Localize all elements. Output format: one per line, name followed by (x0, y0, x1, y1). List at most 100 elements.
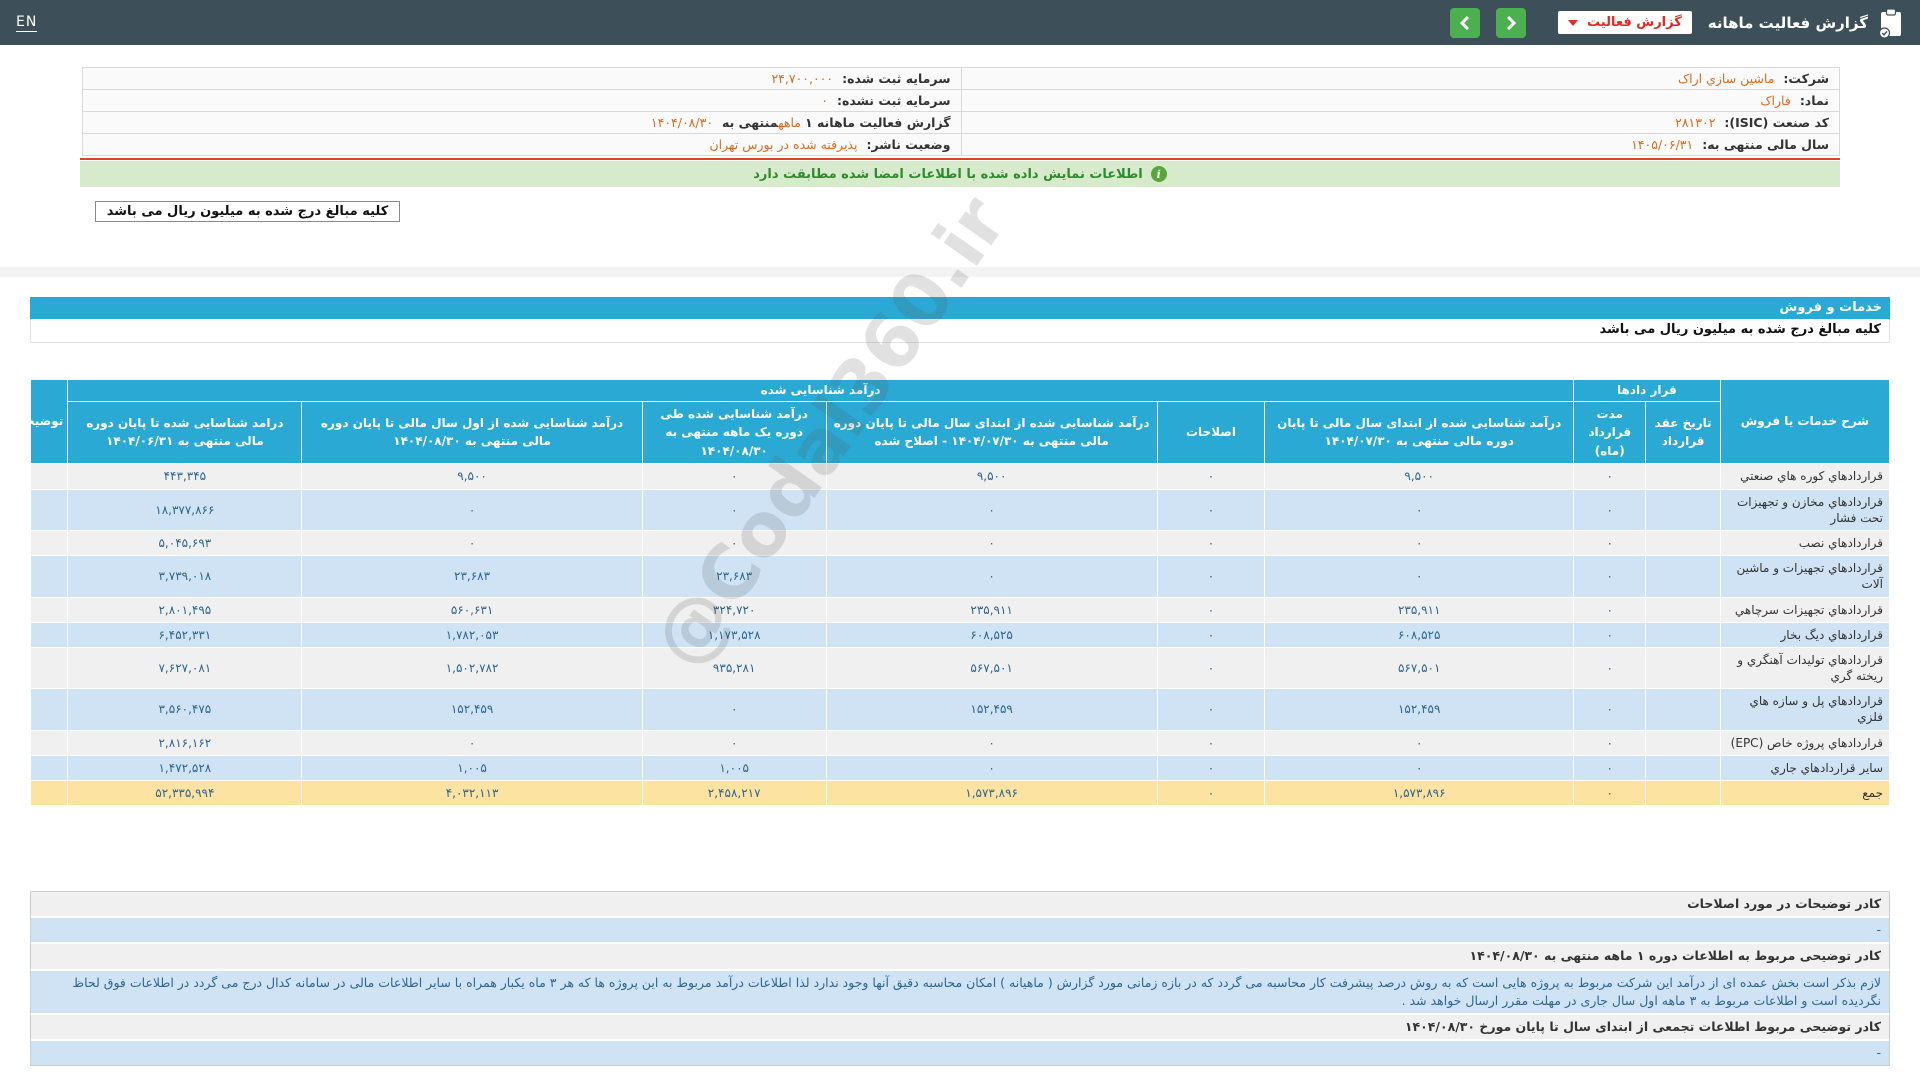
capital-unregistered-field: سرمایه ثبت نشده: ۰ (82, 89, 961, 112)
compliance-banner-text: اطلاعات نمایش داده شده با اطلاعات امضا ش… (753, 166, 1143, 182)
cell-rev-0730c: ۹,۵۰۰ (825, 463, 1158, 490)
cell-rev-m: ۲,۴۵۸,۲۱۷ (641, 779, 827, 807)
divider-red-line (80, 158, 1840, 160)
cell-rev-0730c: ۶۰۸,۵۲۵ (825, 621, 1158, 648)
note-header-row: کادر توضیحی مربوط به اطلاعات دوره ۱ ماهه… (31, 944, 1889, 971)
cell-rev-0730c: ۰ (825, 529, 1158, 557)
cell-rev-0730c: ۰ (825, 555, 1158, 598)
cell-rev-ytd: ۲۳,۶۸۳ (301, 555, 643, 598)
cell-corr: ۰ (1156, 646, 1266, 690)
report-type-dropdown[interactable]: گزارش فعالیت (1558, 11, 1692, 34)
cell-rev-0730c: ۱۵۲,۴۵۹ (825, 688, 1158, 731)
cell-rev-prev: ۴۴۳,۳۴۵ (67, 463, 303, 490)
cell-label: قراردادهاي نصب (1719, 529, 1891, 557)
cell-notes (29, 555, 69, 598)
cell-label: قراردادهاي کوره هاي صنعتي (1719, 463, 1891, 490)
sales-section: خدمات و فروش کلیه مبالغ درج شده به میلیو… (10, 181, 1891, 1067)
cell-notes (29, 646, 69, 690)
cell-rev-m: ۰ (641, 529, 827, 557)
cell-date (1645, 463, 1721, 490)
field-label: نماد: (1799, 93, 1829, 108)
cell-rev-ytd: ۰ (301, 529, 643, 557)
field-value: پذیرفته شده در بورس تهران (709, 137, 858, 152)
cell-rev-0730: ۰ (1264, 555, 1574, 598)
cell-rev-0730: ۰ (1264, 729, 1574, 756)
cell-rev-0730c: ۱,۵۷۳,۸۹۶ (825, 779, 1158, 807)
cell-duration: ۰ (1572, 779, 1647, 807)
cell-rev-0730: ۱,۵۷۳,۸۹۶ (1264, 779, 1574, 807)
cell-date (1645, 646, 1721, 690)
cell-rev-ytd: ۹,۵۰۰ (301, 463, 643, 490)
company-info-table: شرکت: ماشين سازي اراک سرمایه ثبت شده: ۲۴… (82, 67, 1840, 156)
table-row: ساير قراردادهاي جاري ۰ ۰ ۰ ۰ ۱,۰۰۵ ۱,۰۰۵ ۱,۴۷۲,… (29, 754, 1891, 782)
capital-registered-field: سرمایه ثبت شده: ۲۴,۷۰۰,۰۰۰ (82, 67, 961, 90)
field-value: ۰ (821, 93, 828, 108)
cell-duration: ۰ (1572, 463, 1647, 490)
col-header-rev-prev-year: درامد شناسایی شده تا پایان دوره مالی منت… (67, 400, 303, 465)
cell-rev-prev: ۵۲,۳۳۵,۹۹۴ (67, 779, 303, 807)
report-type-label: گزارش فعالیت (1587, 15, 1682, 30)
info-icon: i (1150, 166, 1167, 182)
cell-rev-ytd: ۵۶۰,۶۳۱ (301, 596, 643, 623)
cell-rev-ytd: ۱,۵۰۲,۷۸۲ (301, 646, 643, 690)
top-bar: گزارش فعالیت ماهانه گزارش فعالیت EN (0, 0, 1920, 45)
cell-corr: ۰ (1156, 621, 1266, 648)
cell-rev-m: ۱,۰۰۵ (641, 754, 827, 782)
col-header-rev-month: درآمد شناسایی شده طی دوره یک ماهه منتهی … (641, 400, 827, 465)
field-label: کد صنعت (ISIC): (1724, 115, 1829, 130)
cell-rev-0730c: ۰ (825, 754, 1158, 782)
cell-corr: ۰ (1156, 555, 1266, 598)
note-body-row: لازم بذکر است بخش عمده ای از درآمد این ش… (31, 970, 1889, 1015)
cell-corr: ۰ (1156, 529, 1266, 557)
chevron-down-icon (1568, 19, 1579, 26)
cell-label: قراردادهاي تجهيزات سرچاهي (1719, 596, 1891, 623)
field-label: سرمایه ثبت نشده: (836, 93, 951, 108)
cell-date (1645, 555, 1721, 598)
cell-label: قراردادهاي ديگ بخار (1719, 621, 1891, 648)
cell-label: ساير قراردادهاي جاري (1719, 754, 1891, 782)
cell-rev-0730: ۶۰۸,۵۲۵ (1264, 621, 1574, 648)
section-header-bar: خدمات و فروش (30, 297, 1890, 319)
field-label: سال مالی منتهی به: (1702, 137, 1829, 152)
cell-rev-m: ۲۳,۶۸۳ (641, 555, 827, 598)
language-toggle-en[interactable]: EN (16, 14, 38, 32)
field-label: منتهی به (722, 115, 779, 130)
cell-duration: ۰ (1572, 529, 1647, 557)
cell-rev-prev: ۱,۴۷۲,۵۲۸ (67, 754, 303, 782)
col-header-contract-date: تاریخ عقد قرارداد (1645, 400, 1721, 465)
field-value: ۱۴۰۴/۰۸/۳۰ (650, 115, 714, 130)
col-group-revenue: درآمد شناسایی شده (67, 379, 1574, 402)
table-row: قراردادهاي تجهيزات و ماشين آلات ۰ ۰ ۰ ۰ ۲۳,۶۸… (29, 555, 1891, 598)
note-header-row: کادر توضیحی مربوط اطلاعات تجمعی از ابتدا… (31, 1014, 1889, 1041)
nav-next-button[interactable] (1496, 7, 1527, 38)
field-label: وضعیت ناشر: (866, 137, 951, 152)
cell-corr: ۰ (1156, 754, 1266, 782)
cell-date (1645, 754, 1721, 782)
cell-duration: ۰ (1572, 688, 1647, 731)
field-value: ۲۸۱۳۰۲ (1675, 115, 1716, 130)
cell-date (1645, 688, 1721, 731)
cell-rev-0730: ۱۵۲,۴۵۹ (1264, 688, 1574, 731)
col-header-rev-0730: درآمد شناسایی شده از ابتدای سال مالی تا … (1264, 400, 1574, 465)
section-unit-note: کلیه مبالغ درج شده به میلیون ریال می باش… (30, 319, 1890, 343)
note-header-row: کادر توضیحات در مورد اصلاحات (31, 892, 1889, 919)
cell-rev-0730: ۰ (1264, 754, 1574, 782)
col-header-notes: توضیحات (10, 378, 69, 465)
cell-label: قراردادهاي پروژه خاص (EPC) (1719, 729, 1891, 756)
cell-rev-0730c: ۰ (825, 729, 1158, 756)
cell-rev-0730c: ۲۳۵,۹۱۱ (825, 596, 1158, 623)
cell-rev-prev: ۳,۷۳۹,۰۱۸ (67, 555, 303, 598)
cell-duration: ۰ (1572, 596, 1647, 623)
cell-notes (29, 529, 69, 557)
cell-label: قراردادهاي تجهيزات و ماشين آلات (1719, 555, 1891, 598)
cell-rev-prev: ۳,۵۶۰,۴۷۵ (67, 688, 303, 731)
cell-date (1645, 529, 1721, 557)
table-row: قراردادهاي کوره هاي صنعتي ۰ ۹,۵۰۰ ۰ ۹,۵۰۰ ۰ ۹,… (29, 463, 1891, 490)
cell-rev-0730: ۵۶۷,۵۰۱ (1264, 646, 1574, 690)
cell-duration: ۰ (1572, 646, 1647, 690)
cell-rev-0730: ۹,۵۰۰ (1264, 463, 1574, 490)
cell-date (1645, 621, 1721, 648)
cell-duration: ۰ (1572, 621, 1647, 648)
nav-prev-button[interactable] (1450, 7, 1481, 38)
cell-label: قراردادهاي توليدات آهنگري و ريخته گري (1719, 646, 1891, 690)
